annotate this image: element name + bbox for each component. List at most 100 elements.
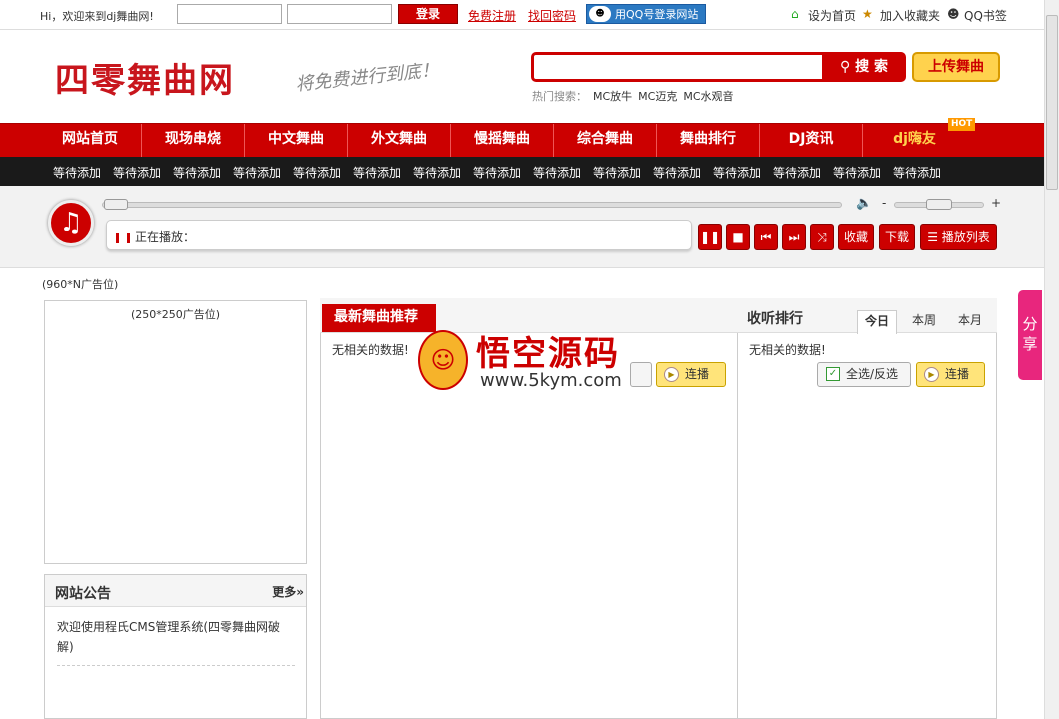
slogan: 将免费进行到底！: [294, 59, 440, 96]
play-icon: ▶: [924, 367, 939, 382]
main-nav: 网站首页 现场串烧 中文舞曲 外文舞曲 慢摇舞曲 综合舞曲 舞曲排行 DJ资讯 …: [0, 123, 1044, 158]
volume-down[interactable]: -: [882, 196, 886, 210]
hot-search: 热门搜索： MC放牛 MC迈克 MC水观音: [532, 88, 734, 104]
ranking-title: 收听排行: [747, 311, 803, 327]
nav-item-home[interactable]: 网站首页: [39, 124, 142, 158]
subnav-item[interactable]: 等待添加: [233, 164, 281, 181]
monkey-logo-icon: ☺: [418, 330, 468, 390]
watermark-url: www.5kym.com: [480, 370, 622, 391]
share-button[interactable]: 分享: [1018, 290, 1042, 380]
stop-button[interactable]: ■: [726, 224, 750, 250]
ranking-play-all-label: 连播: [945, 367, 970, 381]
tab-week[interactable]: 本周: [904, 310, 944, 334]
latest-play-all-button[interactable]: ▶ 连播: [656, 362, 726, 387]
site-logo[interactable]: 四零舞曲网: [55, 53, 235, 102]
tab-today[interactable]: 今日: [857, 310, 897, 334]
search-icon: ⚲: [839, 59, 851, 75]
nav-item-mixed[interactable]: 综合舞曲: [554, 124, 657, 158]
nav-item-live-mix[interactable]: 现场串烧: [142, 124, 245, 158]
home-icon: ⌂: [791, 7, 799, 21]
shuffle-button[interactable]: ⤨: [810, 224, 834, 250]
subnav-item[interactable]: 等待添加: [773, 164, 821, 181]
welcome-text: Hi，欢迎来到dj舞曲网!: [40, 10, 154, 23]
left-ad-box: (250*250广告位): [44, 300, 307, 564]
subnav-item[interactable]: 等待添加: [413, 164, 461, 181]
hot-badge: HOT: [948, 118, 976, 131]
stop-icon: ■: [732, 230, 744, 244]
next-button[interactable]: ⏭: [782, 224, 806, 250]
subnav-item[interactable]: 等待添加: [653, 164, 701, 181]
volume-icon[interactable]: 🔈: [856, 196, 872, 211]
progress-bar[interactable]: [102, 202, 842, 208]
previous-button[interactable]: ⏮: [754, 224, 778, 250]
search-button-label: 搜 索: [855, 59, 888, 75]
register-link[interactable]: 免费注册: [468, 7, 516, 24]
next-icon: ⏭: [788, 230, 800, 244]
subnav-item[interactable]: 等待添加: [833, 164, 881, 181]
watermark-title: 悟空源码: [476, 334, 620, 374]
hot-search-item[interactable]: MC迈克: [638, 90, 677, 103]
left-ad-placeholder: (250*250广告位): [130, 308, 221, 321]
progress-handle[interactable]: [104, 199, 128, 210]
shuffle-icon: ⤨: [817, 230, 827, 244]
hot-search-label: 热门搜索：: [532, 90, 587, 103]
tab-month[interactable]: 本月: [950, 310, 990, 334]
search-button[interactable]: ⚲ 搜 索: [822, 52, 906, 82]
previous-icon: ⏮: [760, 230, 772, 244]
subnav-item[interactable]: 等待添加: [893, 164, 941, 181]
volume-up[interactable]: +: [991, 196, 1001, 210]
watermark: ☺ 悟空源码 www.5kym.com: [418, 326, 658, 396]
now-playing-label: 正在播放：: [135, 230, 196, 244]
equalizer-icon: [116, 233, 130, 243]
download-button[interactable]: 下载: [879, 224, 915, 250]
subnav-item[interactable]: 等待添加: [353, 164, 401, 181]
add-favorite-link[interactable]: 加入收藏夹: [880, 7, 940, 24]
username-input[interactable]: [177, 4, 282, 24]
subnav-item[interactable]: 等待添加: [473, 164, 521, 181]
nav-item-news[interactable]: DJ资讯: [760, 124, 863, 158]
sub-nav: 等待添加 等待添加 等待添加 等待添加 等待添加 等待添加 等待添加 等待添加 …: [0, 157, 1044, 186]
subnav-item[interactable]: 等待添加: [113, 164, 161, 181]
nav-item-chinese[interactable]: 中文舞曲: [245, 124, 348, 158]
playlist-label: 播放列表: [941, 230, 990, 244]
hot-search-item[interactable]: MC放牛: [593, 90, 632, 103]
subnav-item[interactable]: 等待添加: [713, 164, 761, 181]
notice-panel: 网站公告 更多» 欢迎使用程氏CMS管理系统(四零舞曲网破解): [44, 574, 307, 719]
qq-penguin-icon: ☻: [589, 6, 611, 22]
ranking-no-data: 无相关的数据!: [749, 343, 826, 357]
notice-item[interactable]: 欢迎使用程氏CMS管理系统(四零舞曲网破解): [57, 617, 292, 657]
collect-button[interactable]: 收藏: [838, 224, 874, 250]
subnav-item[interactable]: 等待添加: [53, 164, 101, 181]
playlist-button[interactable]: ☰ 播放列表: [920, 224, 997, 250]
nav-item-slow[interactable]: 慢摇舞曲: [451, 124, 554, 158]
recover-password-link[interactable]: 找回密码: [528, 7, 576, 24]
notice-more-link[interactable]: 更多»: [272, 583, 304, 600]
ranking-play-all-button[interactable]: ▶ 连播: [916, 362, 985, 387]
subnav-item[interactable]: 等待添加: [593, 164, 641, 181]
scrollbar-thumb[interactable]: [1046, 15, 1058, 190]
qq-login-label: 用QQ号登录网站: [615, 8, 699, 21]
latest-play-all-label: 连播: [685, 367, 710, 381]
upload-button[interactable]: 上传舞曲: [912, 52, 1000, 82]
select-all-button[interactable]: ✓ 全选/反选: [817, 362, 911, 387]
divider: [57, 665, 295, 666]
set-home-link[interactable]: 设为首页: [808, 7, 856, 24]
volume-handle[interactable]: [926, 199, 952, 210]
list-icon: ☰: [927, 230, 938, 244]
checkbox-icon: ✓: [826, 367, 840, 381]
nav-item-ranking[interactable]: 舞曲排行: [657, 124, 760, 158]
page-scrollbar[interactable]: [1044, 0, 1059, 719]
hot-search-item[interactable]: MC水观音: [683, 90, 733, 103]
qq-bookmark-link[interactable]: QQ书签: [964, 7, 1007, 24]
pause-button[interactable]: ❚❚: [698, 224, 722, 250]
subnav-item[interactable]: 等待添加: [533, 164, 581, 181]
subnav-item[interactable]: 等待添加: [293, 164, 341, 181]
nav-item-foreign[interactable]: 外文舞曲: [348, 124, 451, 158]
qq-login-button[interactable]: ☻ 用QQ号登录网站: [586, 4, 706, 24]
login-button[interactable]: 登录: [398, 4, 458, 24]
subnav-item[interactable]: 等待添加: [173, 164, 221, 181]
password-input[interactable]: [287, 4, 392, 24]
now-playing-box: 正在播放：: [106, 220, 692, 250]
select-all-label: 全选/反选: [846, 367, 899, 381]
header: 四零舞曲网 将免费进行到底！ ⚲ 搜 索 上传舞曲 热门搜索： MC放牛 MC迈克 M…: [0, 31, 1044, 123]
